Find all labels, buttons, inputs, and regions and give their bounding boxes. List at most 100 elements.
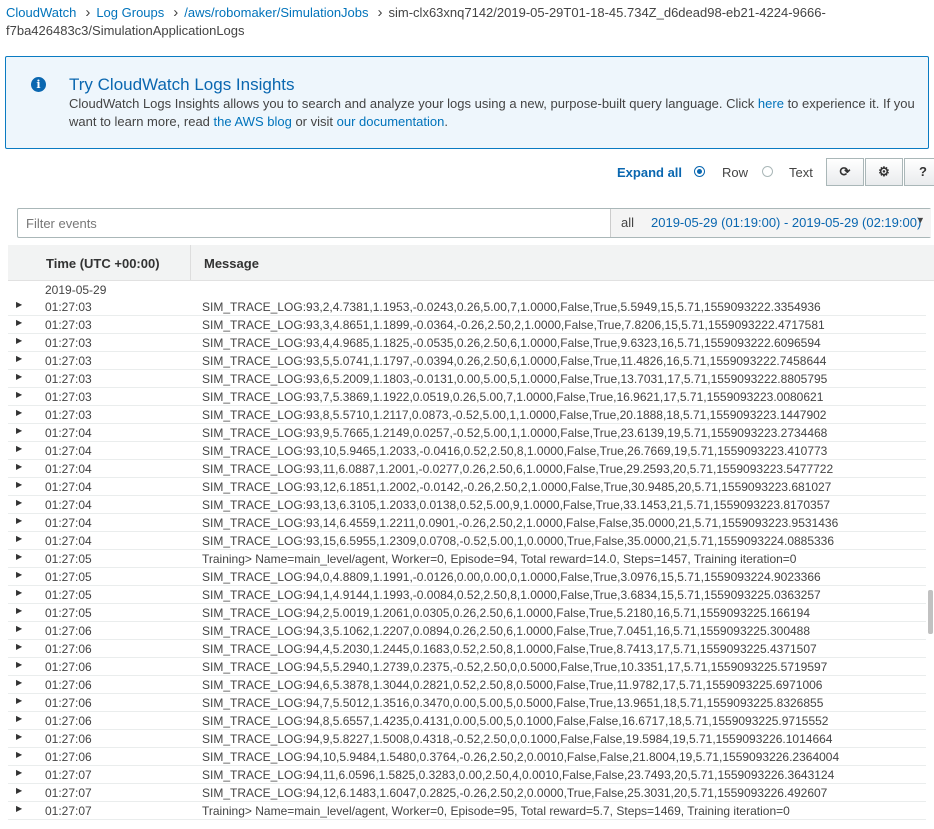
log-event-row[interactable]: ▶ 01:27:03 SIM_TRACE_LOG:93,7,5.3869,1.192…: [8, 388, 926, 406]
breadcrumb-simulation-jobs[interactable]: /aws/robomaker/SimulationJobs: [184, 5, 368, 20]
log-event-row[interactable]: ▶ 01:27:04 SIM_TRACE_LOG:93,13,6.3105,1.20…: [8, 496, 926, 514]
refresh-button[interactable]: ⟳: [826, 158, 864, 186]
log-event-row[interactable]: ▶ 01:27:05 SIM_TRACE_LOG:94,1,4.9144,1.199…: [8, 586, 926, 604]
caret-down-icon[interactable]: ▼: [916, 215, 925, 225]
log-event-message: SIM_TRACE_LOG:93,4,4.9685,1.1825,-0.0535…: [202, 336, 821, 350]
log-event-message: SIM_TRACE_LOG:93,5,5.0741,1.1797,-0.0394…: [202, 354, 827, 368]
expand-row-icon[interactable]: ▶: [16, 372, 22, 381]
aws-blog-link[interactable]: the AWS blog: [214, 114, 292, 129]
log-event-message: SIM_TRACE_LOG:93,2,4.7381,1.1953,-0.0243…: [202, 300, 821, 314]
log-view-toolbar: Expand all Row Text ⟳ ⚙ ?: [0, 158, 934, 186]
log-event-row[interactable]: ▶ 01:27:03 SIM_TRACE_LOG:93,6,5.2009,1.180…: [8, 370, 926, 388]
insights-info-banner: i Try CloudWatch Logs Insights CloudWatc…: [5, 56, 929, 149]
insights-here-link[interactable]: here: [758, 96, 784, 111]
log-event-row[interactable]: ▶ 01:27:03 SIM_TRACE_LOG:93,8,5.5710,1.211…: [8, 406, 926, 424]
log-event-message: SIM_TRACE_LOG:94,1,4.9144,1.1993,-0.0084…: [202, 588, 821, 602]
expand-row-icon[interactable]: ▶: [16, 552, 22, 561]
expand-row-icon[interactable]: ▶: [16, 678, 22, 687]
log-event-row[interactable]: ▶ 01:27:04 SIM_TRACE_LOG:93,15,6.5955,1.23…: [8, 532, 926, 550]
expand-row-icon[interactable]: ▶: [16, 426, 22, 435]
range-all-label[interactable]: all: [621, 215, 634, 230]
log-event-row[interactable]: ▶ 01:27:06 SIM_TRACE_LOG:94,6,5.3878,1.304…: [8, 676, 926, 694]
expand-row-icon[interactable]: ▶: [16, 444, 22, 453]
refresh-icon: ⟳: [839, 164, 851, 179]
log-event-row[interactable]: ▶ 01:27:06 SIM_TRACE_LOG:94,8,5.6557,1.423…: [8, 712, 926, 730]
documentation-link[interactable]: our documentation: [337, 114, 445, 129]
log-event-row[interactable]: ▶ 01:27:03 SIM_TRACE_LOG:93,4,4.9685,1.182…: [8, 334, 926, 352]
log-event-row[interactable]: ▶ 01:27:05 SIM_TRACE_LOG:94,2,5.0019,1.206…: [8, 604, 926, 622]
log-event-row[interactable]: ▶ 01:27:03 SIM_TRACE_LOG:93,2,4.7381,1.195…: [8, 298, 926, 316]
log-event-row[interactable]: ▶ 01:27:04 SIM_TRACE_LOG:93,11,6.0887,1.20…: [8, 460, 926, 478]
log-event-row[interactable]: ▶ 01:27:04 SIM_TRACE_LOG:93,9,5.7665,1.214…: [8, 424, 926, 442]
info-icon: i: [31, 77, 46, 92]
expand-row-icon[interactable]: ▶: [16, 534, 22, 543]
log-event-row[interactable]: ▶ 01:27:03 SIM_TRACE_LOG:93,5,5.0741,1.179…: [8, 352, 926, 370]
expand-row-icon[interactable]: ▶: [16, 624, 22, 633]
breadcrumb-log-groups[interactable]: Log Groups: [96, 5, 164, 20]
log-event-row[interactable]: ▶ 01:27:06 SIM_TRACE_LOG:94,5,5.2940,1.273…: [8, 658, 926, 676]
row-view-label[interactable]: Row: [722, 165, 748, 180]
row-view-radio[interactable]: [694, 166, 705, 177]
message-column-label: Message: [204, 256, 259, 271]
breadcrumb-cloudwatch[interactable]: CloudWatch: [6, 5, 76, 20]
log-event-row[interactable]: ▶ 01:27:06 SIM_TRACE_LOG:94,3,5.1062,1.220…: [8, 622, 926, 640]
log-event-message: SIM_TRACE_LOG:93,3,4.8651,1.1899,-0.0364…: [202, 318, 825, 332]
log-event-row[interactable]: ▶ 01:27:03 SIM_TRACE_LOG:93,3,4.8651,1.189…: [8, 316, 926, 334]
expand-row-icon[interactable]: ▶: [16, 462, 22, 471]
expand-row-icon[interactable]: ▶: [16, 300, 22, 309]
log-event-message: SIM_TRACE_LOG:93,14,6.4559,1.2211,0.0901…: [202, 516, 839, 530]
log-event-message: Training> Name=main_level/agent, Worker=…: [202, 552, 797, 566]
expand-row-icon[interactable]: ▶: [16, 480, 22, 489]
log-event-row[interactable]: ▶ 01:27:05 Training> Name=main_level/agent…: [8, 550, 926, 568]
log-event-message: SIM_TRACE_LOG:94,7,5.5012,1.3516,0.3470,…: [202, 696, 824, 710]
log-event-row[interactable]: ▶ 01:27:05 SIM_TRACE_LOG:94,0,4.8809,1.199…: [8, 568, 926, 586]
log-event-row[interactable]: ▶ 01:27:07 SIM_TRACE_LOG:94,11,6.0596,1.58…: [8, 766, 926, 784]
text-view-radio[interactable]: [762, 166, 773, 177]
expand-row-icon[interactable]: ▶: [16, 354, 22, 363]
help-button[interactable]: ?: [904, 158, 934, 186]
expand-row-icon[interactable]: ▶: [16, 516, 22, 525]
expand-row-icon[interactable]: ▶: [16, 570, 22, 579]
time-column-header[interactable]: Time (UTC +00:00): [8, 245, 191, 280]
expand-row-icon[interactable]: ▶: [16, 732, 22, 741]
expand-row-icon[interactable]: ▶: [16, 318, 22, 327]
expand-row-icon[interactable]: ▶: [16, 408, 22, 417]
expand-row-icon[interactable]: ▶: [16, 660, 22, 669]
expand-row-icon[interactable]: ▶: [16, 642, 22, 651]
log-event-row[interactable]: ▶ 01:27:06 SIM_TRACE_LOG:94,4,5.2030,1.244…: [8, 640, 926, 658]
time-range-selector[interactable]: all 2019-05-29 (01:19:00) - 2019-05-29 (…: [610, 209, 931, 237]
expand-row-icon[interactable]: ▶: [16, 498, 22, 507]
log-event-row[interactable]: ▶ 01:27:06 SIM_TRACE_LOG:94,10,5.9484,1.54…: [8, 748, 926, 766]
log-event-row[interactable]: ▶ 01:27:06 SIM_TRACE_LOG:94,9,5.8227,1.500…: [8, 730, 926, 748]
expand-row-icon[interactable]: ▶: [16, 696, 22, 705]
log-event-time: 01:27:03: [45, 390, 92, 404]
settings-button[interactable]: ⚙: [865, 158, 903, 186]
log-event-time: 01:27:04: [45, 480, 92, 494]
filter-events-input[interactable]: [18, 209, 610, 237]
log-event-time: 01:27:06: [45, 732, 92, 746]
scrollbar-thumb[interactable]: [928, 590, 933, 634]
log-event-row[interactable]: ▶ 01:27:04 SIM_TRACE_LOG:93,10,5.9465,1.20…: [8, 442, 926, 460]
expand-row-icon[interactable]: ▶: [16, 606, 22, 615]
log-event-message: SIM_TRACE_LOG:93,8,5.5710,1.2117,0.0873,…: [202, 408, 827, 422]
expand-all-link[interactable]: Expand all: [617, 165, 682, 180]
expand-row-icon[interactable]: ▶: [16, 804, 22, 813]
log-event-row[interactable]: ▶ 01:27:07 Training> Name=main_level/agent…: [8, 802, 926, 820]
expand-row-icon[interactable]: ▶: [16, 786, 22, 795]
log-event-row[interactable]: ▶ 01:27:07 SIM_TRACE_LOG:94,12,6.1483,1.60…: [8, 784, 926, 802]
log-event-time: 01:27:03: [45, 300, 92, 314]
log-event-time: 01:27:06: [45, 678, 92, 692]
expand-row-icon[interactable]: ▶: [16, 768, 22, 777]
expand-row-icon[interactable]: ▶: [16, 588, 22, 597]
expand-row-icon[interactable]: ▶: [16, 750, 22, 759]
log-event-row[interactable]: ▶ 01:27:04 SIM_TRACE_LOG:93,12,6.1851,1.20…: [8, 478, 926, 496]
expand-row-icon[interactable]: ▶: [16, 336, 22, 345]
expand-row-icon[interactable]: ▶: [16, 714, 22, 723]
time-range-value[interactable]: 2019-05-29 (01:19:00) - 2019-05-29 (02:1…: [651, 215, 921, 230]
text-view-label[interactable]: Text: [789, 165, 813, 180]
insights-title: Try CloudWatch Logs Insights: [69, 75, 295, 94]
log-event-row[interactable]: ▶ 01:27:04 SIM_TRACE_LOG:93,14,6.4559,1.22…: [8, 514, 926, 532]
log-event-row[interactable]: ▶ 01:27:06 SIM_TRACE_LOG:94,7,5.5012,1.351…: [8, 694, 926, 712]
expand-row-icon[interactable]: ▶: [16, 390, 22, 399]
time-column-label: Time (UTC +00:00): [46, 256, 160, 271]
